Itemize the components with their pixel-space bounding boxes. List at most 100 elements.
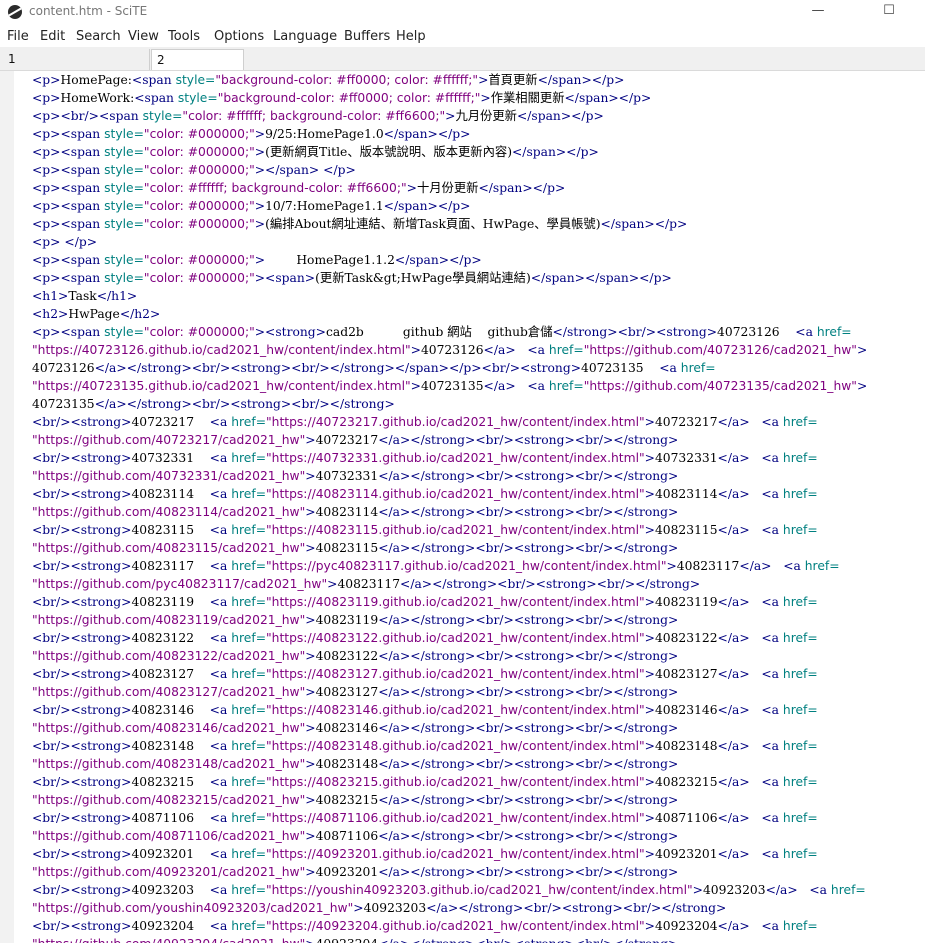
code-line[interactable]: <p> </p> [32,233,925,251]
code-token: <a [659,361,681,375]
code-line[interactable]: <p><br/><span style="color: #ffffff; bac… [32,107,925,125]
code-line[interactable]: <p><span style="color: #000000;">(編排Abou… [32,215,925,233]
code-lines: <p>HomePage:<span style="background-colo… [32,71,925,943]
code-token: 40823122 [315,649,379,663]
code-token: > [305,793,316,807]
code-line[interactable]: <br/><strong>40923204 <a href="https://4… [32,917,925,935]
code-token: <p><br/><span [32,109,143,123]
code-line[interactable]: "https://github.com/40823119/cad2021_hw"… [32,611,925,629]
code-token: "https://40823215.github.io/cad2021_hw/c… [266,775,645,789]
code-line[interactable]: <br/><strong>40823119 <a href="https://4… [32,593,925,611]
code-line[interactable]: <p><span style="color: #000000;"><span>(… [32,269,925,287]
code-token: 40823148 [315,757,379,771]
code-token: "https://40871106.github.io/cad2021_hw/c… [266,811,645,825]
menu-buffers[interactable]: Buffers [344,27,390,47]
code-line[interactable]: <p><span style="color: #000000;"> HomePa… [32,251,925,269]
code-line[interactable]: <br/><strong>40823114 <a href="https://4… [32,485,925,503]
menu-edit[interactable]: Edit [40,27,65,47]
code-token: HwPage [68,307,120,321]
code-line[interactable]: "https://github.com/40823146/cad2021_hw"… [32,719,925,737]
minimize-icon[interactable]: — [807,1,829,21]
code-line[interactable]: "https://github.com/youshin40923203/cad2… [32,899,925,917]
code-line[interactable]: <br/><strong>40823127 <a href="https://4… [32,665,925,683]
code-line[interactable]: "https://github.com/40723217/cad2021_hw"… [32,431,925,449]
code-token: 40823127 [131,667,210,681]
code-token: 40871106 [315,829,379,843]
code-token: </a> <a [483,379,549,393]
menu-search[interactable]: Search [76,27,121,47]
maximize-icon[interactable]: ☐ [878,1,900,21]
code-token: "https://github.com/40823114/cad2021_hw" [32,505,306,519]
code-line[interactable]: <br/><strong>40871106 <a href="https://4… [32,809,925,827]
code-line[interactable]: <br/><strong>40823215 <a href="https://4… [32,773,925,791]
code-line[interactable]: <p><span style="color: #ffffff; backgrou… [32,179,925,197]
code-token: <br/><strong> [32,559,132,573]
code-line[interactable]: <h2>HwPage</h2> [32,305,925,323]
code-line[interactable]: "https://github.com/40923201/cad2021_hw"… [32,863,925,881]
code-editor[interactable]: <p>HomePage:<span style="background-colo… [0,71,925,943]
code-token: "https://github.com/pyc40823117/cad2021_… [32,577,328,591]
code-token: > [305,865,316,879]
menu-view[interactable]: View [128,27,159,47]
code-token: </a> <a [717,631,783,645]
code-line[interactable]: <p><span style="color: #000000;"></span>… [32,161,925,179]
code-line[interactable]: "https://github.com/40823148/cad2021_hw"… [32,755,925,773]
code-token: <p><span [32,325,105,339]
code-line[interactable]: "https://40723126.github.io/cad2021_hw/c… [32,341,925,359]
code-line[interactable]: <br/><strong>40823117 <a href="https://p… [32,557,925,575]
code-token: href= [782,919,818,933]
code-token: </a></strong><br/><strong><br/></strong> [378,937,678,943]
tab-content-htm[interactable]: 2 content.htm [151,49,244,88]
code-line[interactable]: <p><span style="color: #000000;"><strong… [32,323,925,341]
code-line[interactable]: "https://github.com/40823127/cad2021_hw"… [32,683,925,701]
code-line[interactable]: <h1>Task</h1> [32,287,925,305]
code-token: 40823117 [131,559,210,573]
code-token: </a> <a [717,775,783,789]
menu-options[interactable]: Options [214,27,264,47]
code-token: > [644,739,655,753]
code-line[interactable]: <br/><strong>40823148 <a href="https://4… [32,737,925,755]
code-line[interactable]: <p><span style="color: #000000;">10/7:Ho… [32,197,925,215]
code-token: 40823117 [337,577,401,591]
code-line[interactable]: "https://40723135.github.io/cad2021_hw/c… [32,377,925,395]
code-line[interactable]: "https://github.com/40871106/cad2021_hw"… [32,827,925,845]
code-line[interactable]: <p>HomePage:<span style="background-colo… [32,71,925,89]
code-line[interactable]: 40723126</a></strong><br/><strong><br/><… [32,359,925,377]
code-line[interactable]: "https://github.com/40823122/cad2021_hw"… [32,647,925,665]
code-line[interactable]: <p>HomeWork:<span style="background-colo… [32,89,925,107]
menu-tools[interactable]: Tools [168,27,200,47]
code-line[interactable]: <br/><strong>40823115 <a href="https://4… [32,521,925,539]
code-token: style= [104,199,144,213]
code-token: </h2> [119,307,161,321]
menu-language[interactable]: Language [273,27,337,47]
menu-help[interactable]: Help [396,27,426,47]
code-line[interactable]: <p><span style="color: #000000;">(更新網頁Ti… [32,143,925,161]
code-token: 40723217 [131,415,210,429]
code-token: "https://github.com/40723217/cad2021_hw" [32,433,306,447]
code-line[interactable]: "https://github.com/40823114/cad2021_hw"… [32,503,925,521]
code-token: 40923201 [315,865,379,879]
code-token: "https://40823148.github.io/cad2021_hw/c… [266,739,645,753]
code-token: </a></strong><br/><strong><br/></strong> [378,829,679,843]
code-line[interactable]: "https://github.com/40823115/cad2021_hw"… [32,539,925,557]
code-line[interactable]: "https://github.com/40732331/cad2021_hw"… [32,467,925,485]
code-line[interactable]: <br/><strong>40923203 <a href="https://y… [32,881,925,899]
code-line[interactable]: <br/><strong>40823146 <a href="https://4… [32,701,925,719]
code-line[interactable]: 40723135</a></strong><br/><strong><br/><… [32,395,925,413]
code-line[interactable]: "https://github.com/pyc40823117/cad2021_… [32,575,925,593]
code-line[interactable]: "https://github.com/40823215/cad2021_hw"… [32,791,925,809]
code-line[interactable]: <br/><strong>40823122 <a href="https://4… [32,629,925,647]
code-token: <a [209,523,232,537]
code-token: "https://github.com/40923201/cad2021_hw" [32,865,306,879]
menu-file[interactable]: File [7,27,29,47]
code-token: href= [231,919,266,933]
code-token: </a></strong><br/><strong><br/></strong> [378,433,679,447]
code-line[interactable]: <br/><strong>40732331 <a href="https://4… [32,449,925,467]
code-token: <a [209,847,232,861]
code-line[interactable]: <br/><strong>40923201 <a href="https://4… [32,845,925,863]
code-token: href= [231,523,266,537]
code-line[interactable]: "https://github.com/40923204/cad2021_hw"… [32,935,925,943]
tab-cad2021-list[interactable]: 1 cad2021_2b_w2_list.txt [3,49,150,87]
code-line[interactable]: <p><span style="color: #000000;">9/25:Ho… [32,125,925,143]
code-line[interactable]: <br/><strong>40723217 <a href="https://4… [32,413,925,431]
